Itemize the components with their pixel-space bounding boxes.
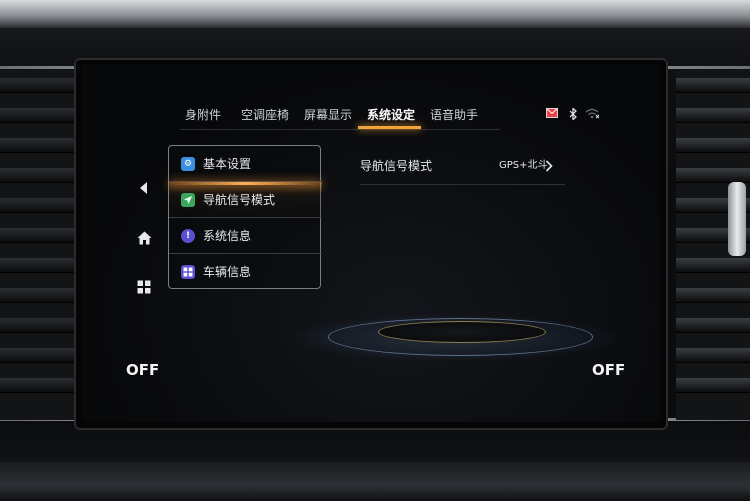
menu-item-basic-settings[interactable]: ⚙ 基本设置 [169, 146, 322, 182]
left-climate-status[interactable]: OFF [126, 361, 159, 379]
tab-body-accessories[interactable]: 身附件 [185, 104, 221, 126]
menu-item-label: 基本设置 [203, 157, 252, 171]
menu-item-label: 导航信号模式 [203, 193, 276, 207]
tab-divider [180, 129, 500, 130]
settings-menu: ⚙ 基本设置 导航信号模式 ! 系统信息 车辆信息 [168, 145, 322, 290]
gear-icon: ⚙ [181, 157, 195, 171]
active-tab-indicator [358, 126, 421, 129]
menu-item-system-info[interactable]: ! 系统信息 [169, 218, 322, 254]
navigation-arrow-icon [181, 193, 195, 207]
chevron-right-icon[interactable] [545, 157, 553, 177]
vehicle-info-icon [181, 265, 195, 279]
menu-item-label: 系统信息 [203, 229, 252, 243]
row-divider [360, 184, 565, 185]
tab-climate-seats[interactable]: 空调座椅 [241, 104, 289, 126]
tab-system-settings[interactable]: 系统设定 [367, 104, 415, 126]
home-icon[interactable] [135, 231, 153, 249]
bottom-trim [0, 462, 750, 501]
info-icon: ! [181, 229, 195, 243]
tab-screen-display[interactable]: 屏幕显示 [304, 104, 352, 126]
navigation-signal-mode-value[interactable]: GPS+北斗 [499, 158, 548, 174]
active-item-glow [169, 182, 322, 185]
menu-item-navigation-signal-mode[interactable]: 导航信号模式 [169, 182, 322, 218]
wifi-icon [585, 108, 600, 122]
top-trim [0, 0, 750, 28]
tab-voice-assistant[interactable]: 语音助手 [430, 104, 478, 126]
menu-item-label: 车辆信息 [203, 265, 252, 279]
left-air-vent [0, 70, 74, 420]
bluetooth-icon [569, 107, 577, 122]
menu-item-vehicle-info[interactable]: 车辆信息 [169, 254, 322, 290]
vent-adjust-knob[interactable] [728, 182, 746, 256]
right-climate-status[interactable]: OFF [592, 361, 625, 379]
mail-icon [546, 108, 558, 122]
navigation-signal-mode-label: 导航信号模式 [360, 159, 433, 173]
back-icon[interactable] [135, 181, 153, 199]
decorative-ring-inner [378, 321, 546, 343]
apps-grid-icon[interactable] [135, 280, 153, 298]
